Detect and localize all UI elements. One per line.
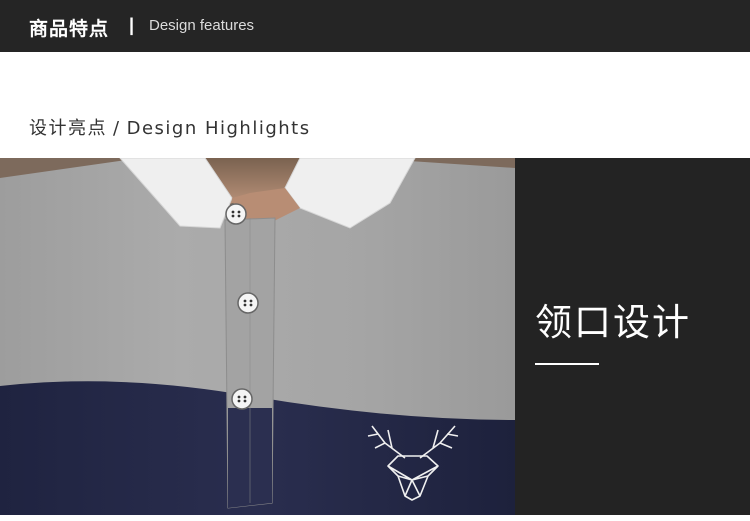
button-icon	[225, 203, 247, 225]
button-icon	[237, 292, 259, 314]
button-icon	[231, 388, 253, 410]
header-bar: 商品特点 | Design features	[0, 0, 750, 52]
section-title: 设计亮点 / Design Highlights	[29, 114, 311, 140]
section-title-en: Design Highlights	[126, 118, 311, 139]
collar-design-label: 领口设计	[535, 301, 691, 344]
bottom-margin	[0, 515, 750, 521]
header-title-en: Design features	[149, 17, 255, 34]
underline-divider	[535, 363, 599, 365]
header-separator: |	[129, 15, 135, 35]
section-title-cn: 设计亮点	[29, 118, 107, 139]
detail-side-panel: 领口设计	[515, 158, 750, 521]
collar-detail-photo	[0, 158, 515, 521]
header-title-cn: 商品特点	[29, 18, 110, 40]
section-title-separator: /	[113, 118, 121, 139]
